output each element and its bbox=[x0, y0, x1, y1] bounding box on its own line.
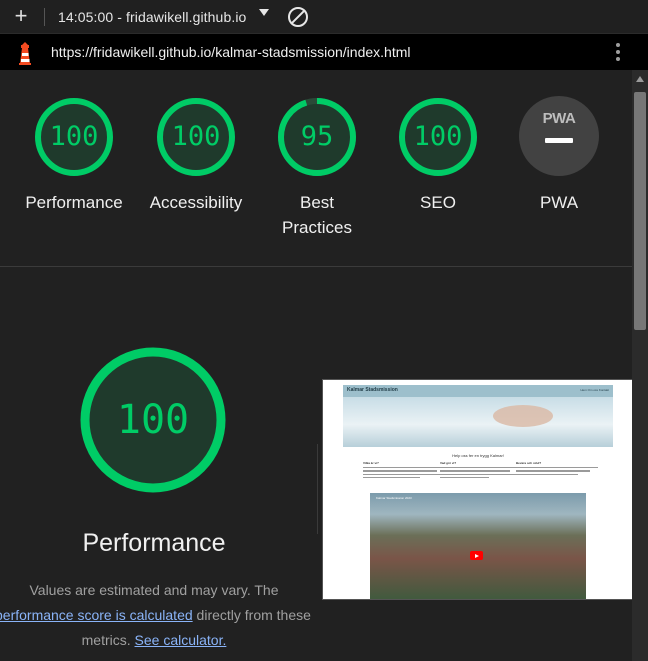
gauge-label: Best Practices bbox=[282, 193, 352, 237]
score-calculated-link[interactable]: performance score is calculated bbox=[0, 607, 193, 623]
gauge-score: 95 bbox=[300, 121, 334, 152]
gauge-label: SEO bbox=[420, 193, 456, 212]
scrollbar-thumb[interactable] bbox=[634, 92, 646, 330]
screenshot-column: Vad gör vi? bbox=[440, 461, 522, 479]
screenshot-hero-image bbox=[343, 397, 613, 447]
gauge-label: Accessibility bbox=[149, 193, 243, 212]
screenshot-column-heading: Bevara och stöd? bbox=[516, 461, 542, 465]
pwa-dash-icon bbox=[545, 138, 573, 143]
gauge-score: 100 bbox=[49, 121, 99, 152]
gauge-seo[interactable]: 100 SEO bbox=[388, 96, 488, 215]
scroll-up-arrow-icon[interactable] bbox=[636, 76, 644, 82]
tab-title[interactable]: 14:05:00 - fridawikell.github.io bbox=[58, 9, 246, 25]
description-text: metrics. bbox=[81, 632, 135, 648]
description-text: directly from these bbox=[192, 607, 311, 623]
screenshot-video-title: Kalmar Stadsmission 2023 bbox=[376, 496, 412, 500]
block-icon[interactable] bbox=[288, 7, 308, 27]
gauge-performance[interactable]: 100 Performance bbox=[24, 96, 124, 215]
gauge-score: 100 bbox=[171, 121, 221, 152]
description-line-3: metrics. See calculator. bbox=[0, 628, 308, 653]
gauge-best-practices[interactable]: 95 Best Practices bbox=[267, 96, 367, 240]
description-line: Values are estimated and may vary. The bbox=[29, 582, 279, 598]
gauge-label: Performance bbox=[25, 193, 123, 212]
screenshot-heading: Help oss fer en trygg Kalmar! bbox=[452, 453, 504, 458]
screenshot-column-heading: Vilka är vi? bbox=[363, 461, 379, 465]
tab-bar: + 14:05:00 - fridawikell.github.io bbox=[0, 0, 648, 34]
screenshot-video: Kalmar Stadsmission 2023 bbox=[370, 493, 586, 599]
screenshot-column-heading: Vad gör vi? bbox=[440, 461, 457, 465]
gauge-accessibility[interactable]: 100 Accessibility bbox=[146, 96, 246, 215]
screenshot-column: Vilka är vi? bbox=[363, 461, 445, 479]
see-calculator-link[interactable]: See calculator. bbox=[135, 632, 227, 648]
description-line-2: performance score is calculated directly… bbox=[0, 603, 311, 628]
performance-title: Performance bbox=[82, 529, 226, 557]
gauge-pwa[interactable]: PWA PWA bbox=[509, 96, 609, 215]
vertical-divider bbox=[317, 444, 318, 534]
lighthouse-icon bbox=[13, 40, 37, 66]
screenshot-column: Bevara och stöd? bbox=[516, 461, 598, 475]
section-divider bbox=[0, 266, 632, 267]
gauge-label: PWA bbox=[539, 193, 579, 212]
final-screenshot[interactable]: Kalmar Stadsmission Hem Om oss Kontakt H… bbox=[322, 379, 634, 600]
gauge-score: 100 bbox=[413, 121, 463, 152]
screenshot-site-nav: Hem Om oss Kontakt bbox=[580, 388, 609, 392]
tab-divider bbox=[44, 8, 45, 26]
tab-dropdown-caret-icon[interactable] bbox=[259, 9, 269, 16]
screenshot-site-header: Kalmar Stadsmission Hem Om oss Kontakt bbox=[343, 385, 613, 397]
pwa-badge-text: PWA bbox=[542, 110, 576, 127]
more-options-icon[interactable] bbox=[615, 43, 621, 63]
pwa-badge: PWA bbox=[519, 96, 599, 176]
performance-big-score: 100 bbox=[116, 397, 190, 443]
screenshot-site-title: Kalmar Stadsmission bbox=[347, 387, 398, 393]
address-bar: https://fridawikell.github.io/kalmar-sta… bbox=[0, 34, 648, 70]
screenshot-hands-image bbox=[493, 405, 553, 427]
new-tab-plus-icon[interactable]: + bbox=[10, 4, 32, 28]
play-icon bbox=[470, 551, 483, 560]
url-text[interactable]: https://fridawikell.github.io/kalmar-sta… bbox=[51, 44, 410, 60]
